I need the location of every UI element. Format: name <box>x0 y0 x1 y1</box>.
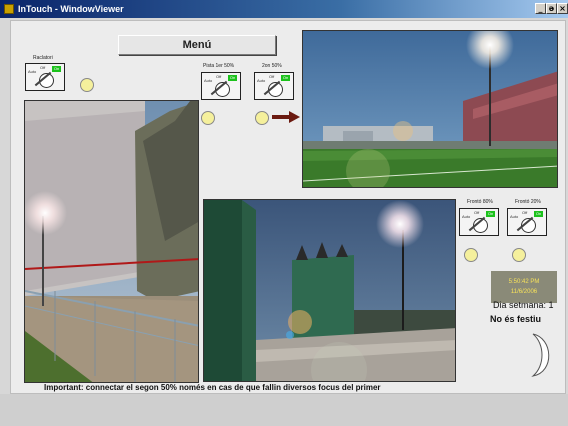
switch-fronto-20[interactable]: Auto Off On <box>507 208 547 236</box>
switch-2on-50[interactable]: Auto Off On <box>254 72 294 100</box>
day-of-week-label: Dia setmana: <box>493 300 547 310</box>
photo-fronton-court <box>203 199 456 382</box>
switch-auto-label: Auto <box>510 214 519 219</box>
lamp-indicator-2on-50 <box>255 111 269 125</box>
lamp-indicator-raclatori <box>80 78 94 92</box>
lamp-indicator-pista-1er-50 <box>201 111 215 125</box>
clock-date: 11/6/2006 <box>510 289 538 295</box>
title-bar: InTouch - WindowViewer _ ə × <box>0 0 568 18</box>
maximize-button[interactable]: ə <box>546 3 557 14</box>
photo-climbing-wall <box>24 100 199 383</box>
switch-on-indicator: On <box>281 75 290 81</box>
lamp-indicator-fronto-80 <box>464 248 478 262</box>
switch-label-raclatori: Raclatori <box>33 55 53 61</box>
moon-icon <box>531 333 550 377</box>
intouch-app-icon <box>4 4 14 14</box>
switch-auto-label: Auto <box>257 78 266 83</box>
day-of-week-value: 1 <box>548 300 554 310</box>
menu-button[interactable]: Menú <box>118 35 276 55</box>
switch-label-fronto-20: Frontó 20% <box>515 199 541 205</box>
switch-label-2on-50: 2on 50% <box>262 63 282 69</box>
holiday-status: No és festiu <box>490 314 542 324</box>
close-button[interactable]: × <box>557 3 568 14</box>
switch-auto-label: Auto <box>28 69 37 74</box>
bottom-strip <box>0 394 568 426</box>
clock-time: 5:50:42 PM <box>508 279 540 285</box>
switch-on-indicator: On <box>534 211 543 217</box>
switch-on-indicator: On <box>486 211 495 217</box>
switch-off-label: Off <box>269 74 275 79</box>
window-title: InTouch - WindowViewer <box>18 4 124 14</box>
photo-football-field <box>302 30 558 188</box>
clock-display: 5:50:42 PM 11/6/2006 <box>491 271 557 303</box>
switch-label-pista-1er-50: Pista 1er 50% <box>203 63 235 69</box>
switch-label-fronto-80: Frontó 80% <box>467 199 493 205</box>
switch-on-indicator: On <box>228 75 237 81</box>
switch-off-label: Off <box>40 65 46 70</box>
switch-off-label: Off <box>216 74 222 79</box>
switch-pista-1er-50[interactable]: Auto Off On <box>201 72 241 100</box>
switch-off-label: Off <box>522 210 528 215</box>
day-of-week: Dia setmana: 1 <box>493 300 554 310</box>
lamp-indicator-fronto-20 <box>512 248 526 262</box>
minimize-button[interactable]: _ <box>535 3 546 14</box>
arrow-right-icon <box>272 111 300 123</box>
switch-auto-label: Auto <box>462 214 471 219</box>
switch-fronto-80[interactable]: Auto Off On <box>459 208 499 236</box>
switch-raclatori[interactable]: Auto Off On <box>25 63 65 91</box>
switch-off-label: Off <box>474 210 480 215</box>
switch-auto-label: Auto <box>204 78 213 83</box>
warning-notice: Important: connectar el segon 50% només … <box>44 383 381 392</box>
switch-on-indicator: On <box>52 66 61 72</box>
